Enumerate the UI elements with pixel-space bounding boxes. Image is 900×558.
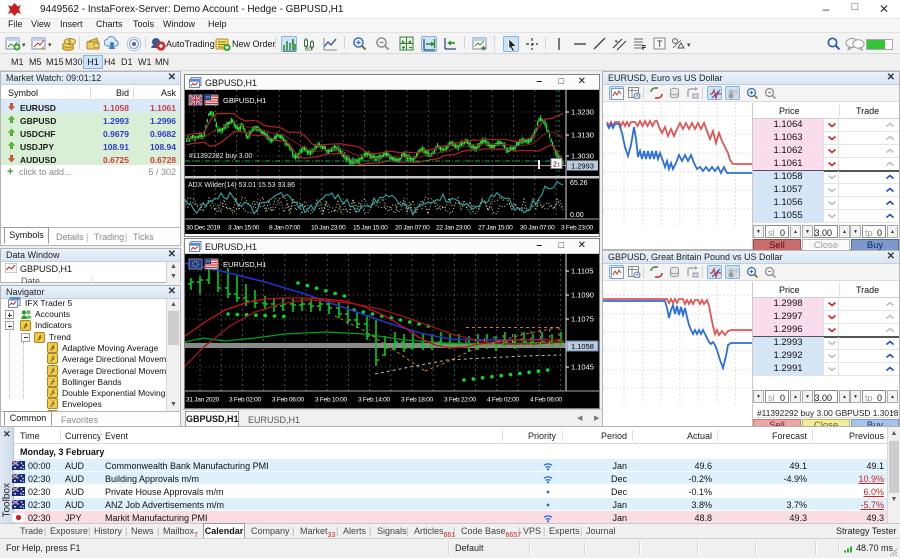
svg-text:3 Feb 18:00: 3 Feb 18:00	[401, 397, 434, 404]
svg-text:1.2993: 1.2993	[571, 162, 594, 171]
svg-text:27 Jan 15:00: 27 Jan 15:00	[478, 225, 513, 232]
svg-text:#11392282 buy 3.00: #11392282 buy 3.00	[189, 153, 252, 160]
svg-text:30 Jan 07:00: 30 Jan 07:00	[520, 225, 555, 232]
svg-text:8 Jan 07:00: 8 Jan 07:00	[269, 225, 301, 232]
svg-text:22 Jan 23:00: 22 Jan 23:00	[436, 225, 471, 232]
svg-text:3 Feb 22:00: 3 Feb 22:00	[444, 397, 477, 404]
svg-text:65.26: 65.26	[570, 180, 588, 187]
svg-text:1.1045: 1.1045	[571, 363, 594, 372]
svg-text:1.3130: 1.3130	[571, 131, 594, 140]
svg-text:3 Feb 10:00: 3 Feb 10:00	[315, 397, 348, 404]
svg-text:1.1090: 1.1090	[571, 291, 594, 300]
svg-text:1.1105: 1.1105	[571, 267, 593, 276]
svg-text:3 Feb 02:00: 3 Feb 02:00	[229, 397, 262, 404]
svg-text:4 Feb 02:00: 4 Feb 02:00	[487, 397, 520, 404]
svg-text:1.1075: 1.1075	[571, 315, 594, 324]
svg-text:15 Jan 15:00: 15 Jan 15:00	[353, 225, 388, 232]
svg-text:ADX Wilder(14) 53.01 15.53 33.: ADX Wilder(14) 53.01 15.53 33.86	[188, 182, 295, 189]
svg-text:EURUSD,H1: EURUSD,H1	[223, 260, 266, 269]
svg-text:31 Jan 2020: 31 Jan 2020	[186, 397, 220, 404]
svg-text:20 Jan 07:00: 20 Jan 07:00	[395, 225, 430, 232]
svg-text:3 Feb 23:00: 3 Feb 23:00	[561, 225, 594, 232]
svg-text:3 Feb 06:00: 3 Feb 06:00	[272, 397, 305, 404]
svg-text:2↕: 2↕	[553, 162, 560, 169]
svg-text:GBPUSD,H1: GBPUSD,H1	[223, 96, 266, 105]
svg-text:1.3230: 1.3230	[571, 108, 594, 117]
svg-text:00: 00	[305, 47, 312, 52]
svg-text:1.3030: 1.3030	[571, 152, 594, 161]
svg-text:3 Feb 14:00: 3 Feb 14:00	[358, 397, 391, 404]
svg-text:0.00: 0.00	[570, 212, 584, 219]
svg-text:30 Dec 2019: 30 Dec 2019	[186, 225, 221, 232]
svg-text:10 Jan 23:00: 10 Jan 23:00	[311, 225, 346, 232]
svg-text:F: F	[642, 45, 647, 52]
svg-text:1.1058: 1.1058	[571, 342, 594, 351]
svg-text:T: T	[657, 39, 663, 49]
svg-text:4 Feb 06:00: 4 Feb 06:00	[530, 397, 563, 404]
svg-text:3 Jan 15:00: 3 Jan 15:00	[228, 225, 260, 232]
